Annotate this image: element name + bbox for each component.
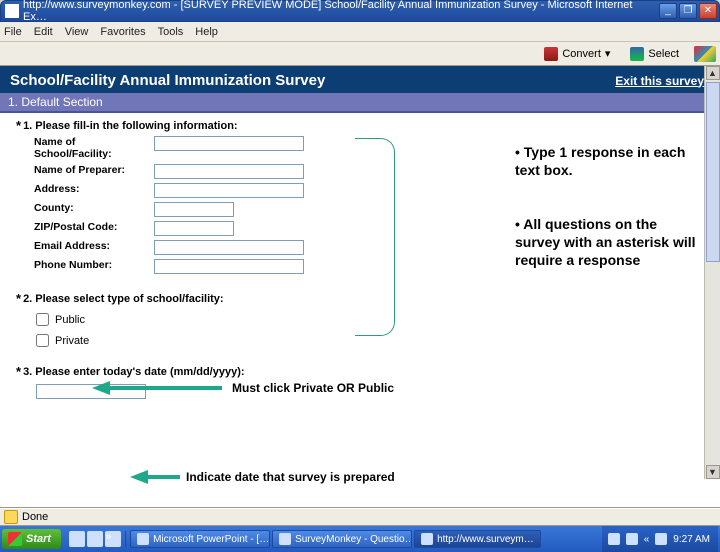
maximize-button[interactable]: ❐ bbox=[679, 3, 697, 19]
chevron-down-icon: ▾ bbox=[605, 47, 611, 60]
curly-brace-icon bbox=[355, 138, 395, 336]
input-preparer[interactable] bbox=[154, 164, 304, 179]
toolbar: Convert ▾ Select bbox=[0, 42, 720, 66]
quick-launch-item[interactable]: » bbox=[105, 531, 121, 547]
annotation-asterisk-required: • All questions on the survey with an as… bbox=[515, 215, 700, 269]
input-address[interactable] bbox=[154, 183, 304, 198]
tray-icon[interactable] bbox=[608, 533, 620, 545]
label-preparer: Name of Preparer: bbox=[34, 164, 154, 176]
survey-title: School/Facility Annual Immunization Surv… bbox=[10, 72, 325, 89]
window-titlebar: http://www.surveymonkey.com - [SURVEY PR… bbox=[0, 0, 720, 22]
taskbar-item-survey-preview[interactable]: http://www.surveym… bbox=[414, 530, 541, 548]
menubar: File Edit View Favorites Tools Help bbox=[0, 22, 720, 42]
annotation-type-response: • Type 1 response in each text box. bbox=[515, 143, 700, 179]
scroll-up-button[interactable]: ▲ bbox=[706, 66, 720, 80]
arrow-private-icon bbox=[92, 383, 222, 393]
app-icon bbox=[137, 533, 149, 545]
menu-tools[interactable]: Tools bbox=[158, 26, 184, 38]
section-header: 1. Default Section bbox=[0, 93, 720, 113]
label-school-facility: Name of School/Facility: bbox=[34, 136, 154, 160]
windows-logo-icon bbox=[8, 532, 22, 546]
question-1: *1. Please fill-in the following informa… bbox=[0, 113, 720, 134]
menu-file[interactable]: File bbox=[4, 26, 22, 38]
status-text: Done bbox=[22, 511, 48, 523]
option-public-label: Public bbox=[55, 314, 85, 326]
question-3-text: 3. Please enter today's date (mm/dd/yyyy… bbox=[23, 366, 244, 378]
chevron-left-icon[interactable]: « bbox=[644, 534, 650, 545]
label-address: Address: bbox=[34, 183, 154, 195]
menu-view[interactable]: View bbox=[65, 26, 89, 38]
option-public-checkbox[interactable] bbox=[36, 313, 49, 326]
close-button[interactable]: ✕ bbox=[699, 3, 717, 19]
select-label: Select bbox=[648, 48, 679, 60]
tray-icon[interactable] bbox=[626, 533, 638, 545]
app-icon bbox=[421, 533, 433, 545]
tray-icon[interactable] bbox=[655, 533, 667, 545]
window-title: http://www.surveymonkey.com - [SURVEY PR… bbox=[23, 0, 659, 23]
input-school-facility[interactable] bbox=[154, 136, 304, 151]
taskbar-item-powerpoint[interactable]: Microsoft PowerPoint - [… bbox=[130, 530, 270, 548]
select-icon bbox=[630, 47, 644, 61]
annotation-private-public: Must click Private OR Public bbox=[232, 381, 394, 395]
minimize-button[interactable]: _ bbox=[659, 3, 677, 19]
label-phone: Phone Number: bbox=[34, 259, 154, 271]
select-button[interactable]: Select bbox=[625, 44, 684, 64]
start-button[interactable]: Start bbox=[2, 529, 61, 549]
taskbar-item-surveymonkey[interactable]: SurveyMonkey - Questio… bbox=[272, 530, 412, 548]
app-icon bbox=[279, 533, 291, 545]
quick-launch-item[interactable] bbox=[69, 531, 85, 547]
question-2-text: 2. Please select type of school/facility… bbox=[23, 293, 224, 305]
survey-content: *1. Please fill-in the following informa… bbox=[0, 113, 720, 508]
exit-survey-link[interactable]: Exit this survey bbox=[615, 74, 704, 88]
vertical-scrollbar[interactable]: ▲ ▼ bbox=[704, 66, 720, 479]
start-label: Start bbox=[26, 533, 51, 545]
page-icon bbox=[5, 4, 19, 18]
input-county[interactable] bbox=[154, 202, 234, 217]
label-zip: ZIP/Postal Code: bbox=[34, 221, 154, 233]
menu-help[interactable]: Help bbox=[195, 26, 218, 38]
page-status-icon bbox=[4, 510, 18, 524]
taskbar: Start » Microsoft PowerPoint - [… Survey… bbox=[0, 526, 720, 552]
option-private-checkbox[interactable] bbox=[36, 334, 49, 347]
question-1-text: 1. Please fill-in the following informat… bbox=[23, 120, 238, 132]
input-phone[interactable] bbox=[154, 259, 304, 274]
quick-launch-item[interactable] bbox=[87, 531, 103, 547]
label-county: County: bbox=[34, 202, 154, 214]
input-email[interactable] bbox=[154, 240, 304, 255]
quick-launch: » bbox=[65, 531, 126, 547]
question-3: *3. Please enter today's date (mm/dd/yyy… bbox=[0, 359, 720, 380]
system-tray: « 9:27 AM bbox=[602, 526, 718, 552]
clock: 9:27 AM bbox=[673, 534, 710, 545]
option-private-label: Private bbox=[55, 335, 89, 347]
statusbar: Done bbox=[0, 508, 720, 526]
windows-flag-icon bbox=[694, 46, 716, 62]
convert-icon bbox=[544, 47, 558, 61]
arrow-date-icon bbox=[130, 472, 180, 482]
asterisk-icon: * bbox=[16, 364, 21, 379]
asterisk-icon: * bbox=[16, 118, 21, 133]
asterisk-icon: * bbox=[16, 291, 21, 306]
convert-button[interactable]: Convert ▾ bbox=[539, 44, 615, 64]
annotation-date: Indicate date that survey is prepared bbox=[186, 470, 395, 484]
label-email: Email Address: bbox=[34, 240, 154, 252]
scroll-thumb[interactable] bbox=[706, 82, 720, 262]
menu-edit[interactable]: Edit bbox=[34, 26, 53, 38]
convert-label: Convert bbox=[562, 48, 601, 60]
scroll-down-button[interactable]: ▼ bbox=[706, 465, 720, 479]
survey-header: School/Facility Annual Immunization Surv… bbox=[0, 66, 720, 93]
menu-favorites[interactable]: Favorites bbox=[100, 26, 145, 38]
input-zip[interactable] bbox=[154, 221, 234, 236]
